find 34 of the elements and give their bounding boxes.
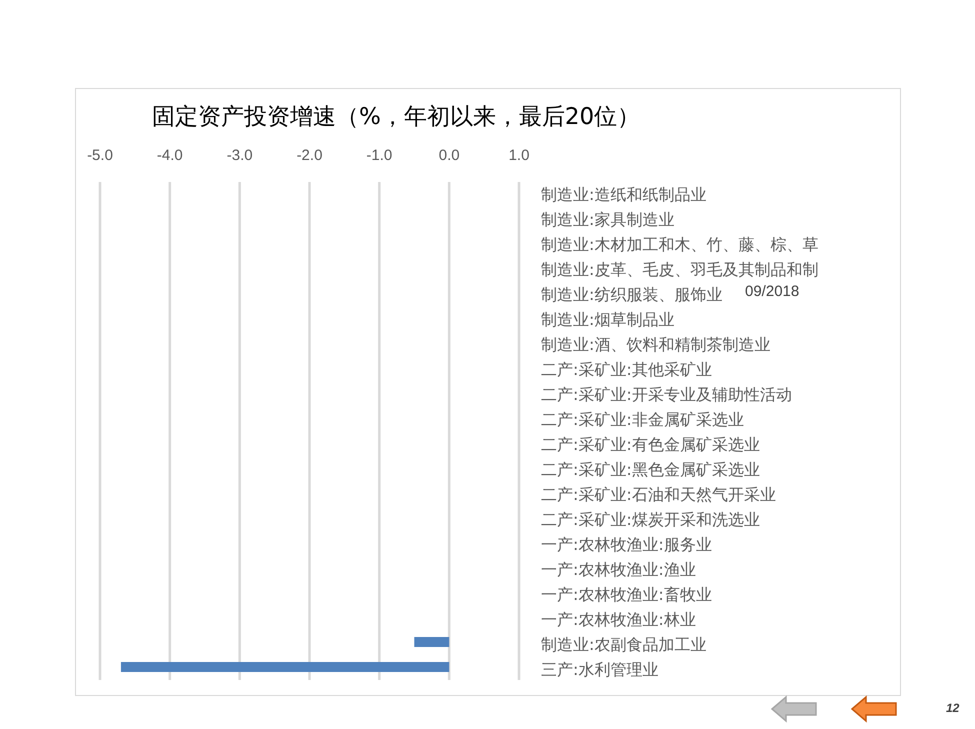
category-label: 制造业:皮革、毛皮、羽毛及其制品和制: [541, 260, 818, 279]
axis-tick-label: 1.0: [508, 147, 530, 164]
category-label: 二产:采矿业:非金属矿采选业: [541, 410, 744, 429]
category-label: 二产:采矿业:开采专业及辅助性活动: [541, 385, 792, 404]
slide-number: 12: [946, 700, 960, 717]
axis-tick-label: 0.0: [438, 147, 460, 164]
category-label: 制造业:农副食品加工业: [541, 635, 706, 654]
left-arrow-icon: [770, 695, 817, 723]
left-arrow-icon: [850, 695, 897, 723]
category-label: 制造业:酒、饮料和精制茶制造业: [541, 335, 770, 354]
axis-tick-label: -2.0: [296, 147, 322, 164]
category-label: 一产:农林牧渔业:畜牧业: [541, 585, 712, 604]
back-button[interactable]: [850, 695, 898, 723]
category-label: 一产:农林牧渔业:林业: [541, 610, 696, 629]
bar: [414, 637, 450, 647]
category-label: 制造业:造纸和纸制品业: [541, 185, 706, 204]
category-label: 二产:采矿业:黑色金属矿采选业: [541, 460, 760, 479]
category-label: 二产:采矿业:有色金属矿采选业: [541, 435, 760, 454]
chart-title: 固定资产投资增速（%，年初以来，最后20位）: [152, 103, 640, 132]
category-label: 二产:采矿业:煤炭开采和洗选业: [541, 510, 760, 529]
category-label: 二产:采矿业:石油和天然气开采业: [541, 485, 776, 504]
category-label: 制造业:家具制造业: [541, 210, 674, 229]
axis-tick-label: -5.0: [87, 147, 113, 164]
category-label: 制造业:木材加工和木、竹、藤、棕、草: [541, 235, 818, 254]
category-label: 一产:农林牧渔业:服务业: [541, 535, 712, 554]
axis-tick-label: -1.0: [366, 147, 392, 164]
category-label: 制造业:纺织服装、服饰业: [541, 285, 722, 304]
category-label: 三产:水利管理业: [541, 660, 658, 679]
category-label: 一产:农林牧渔业:渔业: [541, 560, 696, 579]
axis-tick-label: -4.0: [156, 147, 183, 164]
category-label: 制造业:烟草制品业: [541, 310, 674, 329]
series-label: 09/2018: [745, 282, 800, 302]
category-label: 二产:采矿业:其他采矿业: [541, 360, 712, 379]
axis-tick-label: -3.0: [226, 147, 253, 164]
